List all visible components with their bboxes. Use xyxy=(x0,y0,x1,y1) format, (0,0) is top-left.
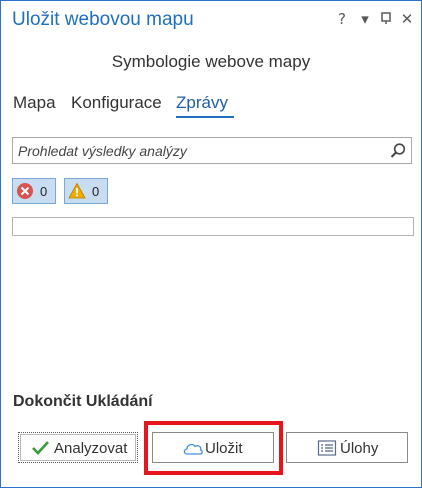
active-tab-indicator xyxy=(176,116,234,118)
checkmark-icon xyxy=(31,439,51,457)
error-icon xyxy=(16,182,34,200)
list-icon xyxy=(317,439,337,457)
warning-icon xyxy=(68,182,86,200)
save-button-label: Uložit xyxy=(205,440,243,457)
search-input[interactable]: Prohledat výsledky analýzy xyxy=(12,137,412,164)
close-icon[interactable]: ✕ xyxy=(399,11,415,27)
pane-titlebar: Uložit webovou mapu ? ▾ ✕ xyxy=(1,1,421,39)
map-subtitle: Symbologie webove mapy xyxy=(111,52,311,71)
analyze-button[interactable]: Analyzovat xyxy=(18,432,138,463)
search-icon[interactable] xyxy=(389,142,407,160)
error-count: 0 xyxy=(40,184,48,199)
warning-count: 0 xyxy=(92,184,100,199)
tab-konfigurace[interactable]: Konfigurace xyxy=(71,93,162,113)
options-menu-icon[interactable]: ▾ xyxy=(357,11,373,27)
analysis-results-list xyxy=(12,217,414,236)
tab-zpravy[interactable]: Zprávy xyxy=(176,93,228,113)
save-button[interactable]: Uložit xyxy=(152,432,274,463)
help-icon[interactable]: ? xyxy=(334,11,350,27)
warnings-filter-button[interactable]: 0 xyxy=(64,178,108,204)
tasks-button-label: Úlohy xyxy=(340,440,379,457)
search-placeholder: Prohledat výsledky analýzy xyxy=(18,143,187,159)
finish-saving-heading: Dokončit Ukládání xyxy=(13,393,153,410)
cloud-icon xyxy=(182,439,203,457)
analyze-button-label: Analyzovat xyxy=(54,440,128,457)
tab-mapa[interactable]: Mapa xyxy=(13,93,56,113)
save-web-map-pane: Uložit webovou mapu ? ▾ ✕ Symbologie web… xyxy=(0,0,422,488)
pane-title: Uložit webovou mapu xyxy=(12,9,194,30)
errors-filter-button[interactable]: 0 xyxy=(12,178,56,204)
pin-icon[interactable] xyxy=(379,11,395,27)
tasks-button[interactable]: Úlohy xyxy=(286,432,408,463)
